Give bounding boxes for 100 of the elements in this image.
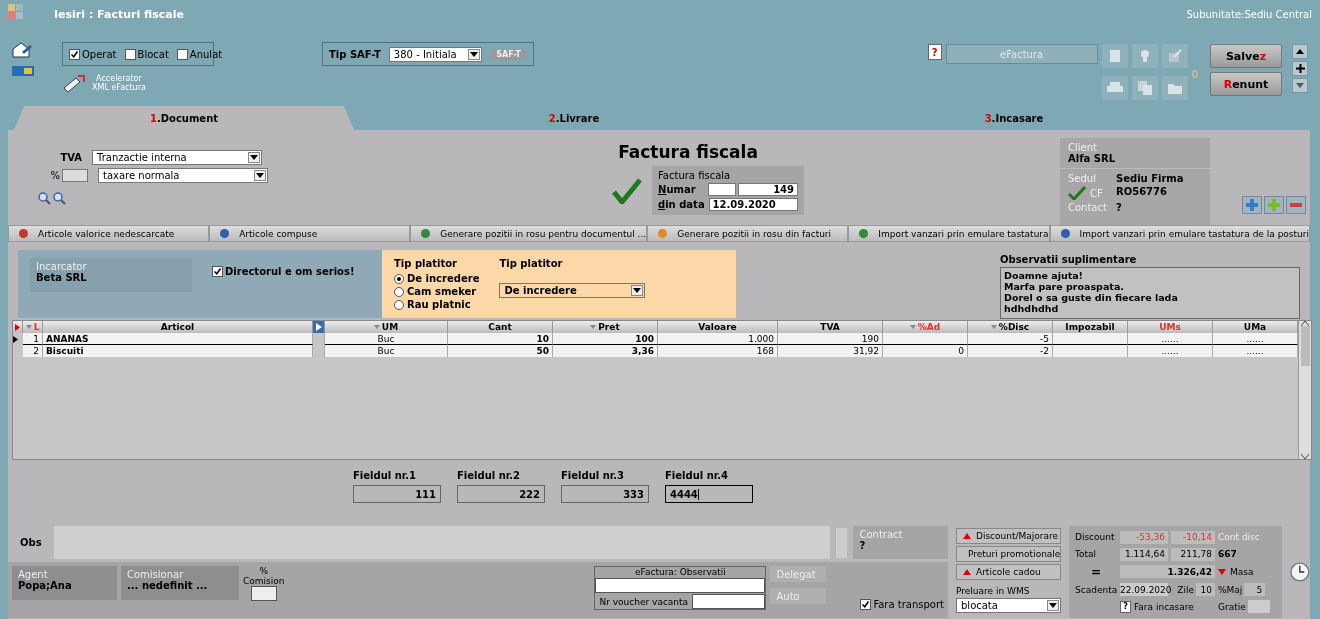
tva-type-dropdown[interactable]: Tranzactie interna: [92, 150, 262, 165]
price-button[interactable]: Discount/Majorare: [956, 528, 1061, 544]
help-button[interactable]: ?: [1120, 600, 1131, 613]
input-field[interactable]: 222: [457, 485, 545, 503]
voucher-field[interactable]: [692, 594, 766, 609]
table-cell: ANANAS: [43, 333, 313, 345]
efactura-notes-field[interactable]: [595, 578, 766, 593]
checkbox[interactable]: [212, 266, 223, 277]
card-icon[interactable]: [12, 66, 34, 76]
zoom-out-icon[interactable]: [53, 192, 66, 205]
sort-caret-icon: [909, 325, 916, 329]
scroll-down-icon[interactable]: [1301, 454, 1309, 459]
client-name[interactable]: Alfa SRL: [1068, 153, 1202, 164]
tab[interactable]: 3.Incasare: [794, 106, 1234, 130]
column-header[interactable]: Pret: [553, 321, 658, 333]
grace-label: Gratie: [1218, 601, 1246, 612]
caret-icon: [633, 288, 642, 293]
radio-label: Cam smeker: [407, 286, 477, 297]
cont-disc-value: 667: [1218, 549, 1238, 560]
wms-dropdown[interactable]: blocata: [956, 598, 1061, 613]
input-field[interactable]: 333: [561, 485, 649, 503]
edit-document-icon[interactable]: [12, 42, 32, 58]
add-button[interactable]: [1292, 61, 1308, 76]
triangle-icon: [963, 569, 971, 575]
checkbox[interactable]: [124, 48, 136, 60]
percent-field[interactable]: [62, 169, 88, 182]
discount-value: -10,14: [1171, 530, 1215, 544]
folder-shape-icon: [1167, 82, 1182, 94]
radio-button[interactable]: [394, 299, 404, 310]
obs-field[interactable]: [53, 526, 830, 559]
input-field[interactable]: 4444: [665, 485, 753, 503]
plus-icon: [1246, 199, 1258, 211]
price-button[interactable]: Preturi promotionale: [956, 546, 1061, 562]
days-field[interactable]: 10: [1196, 583, 1215, 597]
table-cell: 168: [658, 345, 778, 357]
input-field[interactable]: 111: [353, 485, 441, 503]
agent-value[interactable]: Popa;Ana: [18, 580, 111, 591]
table-cell: ......: [1128, 333, 1213, 345]
cont-disc-label: Cont disc: [1218, 532, 1261, 543]
series-field[interactable]: [708, 183, 736, 196]
checkbox[interactable]: [176, 48, 188, 60]
caret-icon: [1218, 569, 1226, 575]
column-header[interactable]: UM: [325, 321, 448, 333]
notes-field[interactable]: Doamne ajuta! Marfa pare proaspata. Dorel o sa guste din fiecare lada hdhdhdhd: [1000, 267, 1300, 319]
column-header[interactable]: UMa: [1213, 321, 1298, 333]
column-button[interactable]: [313, 321, 325, 333]
toolbar-button[interactable]: Generare pozitii in rosu pentru documentul ...: [410, 225, 648, 242]
tva-label: TVA: [59, 152, 82, 163]
checkbox[interactable]: [69, 48, 80, 60]
toolbar-button[interactable]: Articole compuse: [209, 225, 411, 242]
action-button[interactable]: Salvez: [1210, 44, 1282, 68]
date-field[interactable]: 12.09.2020: [708, 198, 798, 211]
help-button[interactable]: ?: [927, 44, 942, 60]
commission-field[interactable]: [250, 586, 277, 601]
column-header[interactable]: Articol: [43, 321, 313, 333]
toolbar-button[interactable]: Import vanzari prin emulare tastatura: [848, 225, 1050, 242]
subunit-label: Subunitate:Sediu Central: [1186, 8, 1312, 20]
number-field[interactable]: 149: [737, 183, 798, 196]
grace-field[interactable]: [1247, 600, 1270, 614]
table-cell: Buc: [325, 333, 448, 345]
tab[interactable]: 1.Document: [14, 106, 354, 130]
surcharge-field[interactable]: 5: [1244, 583, 1266, 597]
caret-icon: [1049, 603, 1057, 608]
field-label: Fieldul nr.2: [457, 470, 522, 481]
number-label: Numar: [658, 184, 697, 195]
toolbar-button[interactable]: Import vanzari prin emulare tastatura de la posturi: [1049, 225, 1310, 242]
scroll-up-icon[interactable]: [1301, 321, 1309, 326]
commissioner-value[interactable]: ... nedefinit ...: [127, 580, 233, 591]
loader-label: Incarcator: [36, 261, 88, 272]
action-button[interactable]: Renunt: [1210, 72, 1282, 96]
table-cell: -5: [968, 333, 1053, 345]
tab[interactable]: 2.Livrare: [354, 106, 794, 130]
clock-icon[interactable]: [1290, 561, 1310, 583]
column-header[interactable]: Valoare: [658, 321, 778, 333]
tva-regime-dropdown[interactable]: taxare normala: [98, 168, 268, 183]
column-header[interactable]: Cant: [448, 321, 553, 333]
scroll-down-button[interactable]: [1292, 78, 1308, 93]
seat-label: Sedul: [1068, 173, 1097, 184]
scroll-up-button[interactable]: [1292, 44, 1308, 59]
zoom-in-icon[interactable]: [38, 192, 51, 205]
checkbox[interactable]: [860, 599, 872, 610]
toolbar-button[interactable]: Generare pozitii in rosu din facturi: [647, 225, 849, 242]
surcharge-label: %Maj: [1218, 584, 1243, 595]
table-cell: ......: [1128, 345, 1213, 357]
toolbar-button[interactable]: Articole valorice nedescarcate: [8, 225, 210, 242]
equals-sign: =: [1089, 565, 1103, 579]
radio-button[interactable]: [394, 273, 404, 284]
price-button[interactable]: Articole cadou: [956, 564, 1061, 580]
column-header[interactable]: Impozabil: [1053, 321, 1128, 333]
scrollbar-thumb[interactable]: [1300, 326, 1310, 366]
checkbox-label: Fara transport: [873, 599, 944, 610]
payer-dropdown[interactable]: De incredere: [499, 283, 646, 298]
contact-label: Contact: [1068, 202, 1108, 213]
sort-caret-icon: [373, 325, 380, 329]
saft-dropdown[interactable]: 380 - Initiala: [388, 46, 483, 62]
radio-button[interactable]: [394, 286, 404, 297]
column-header[interactable]: TVA: [778, 321, 883, 333]
column-header[interactable]: %Disc: [968, 321, 1053, 333]
date-label: din data: [658, 199, 706, 210]
contract-value[interactable]: ?: [859, 540, 942, 551]
